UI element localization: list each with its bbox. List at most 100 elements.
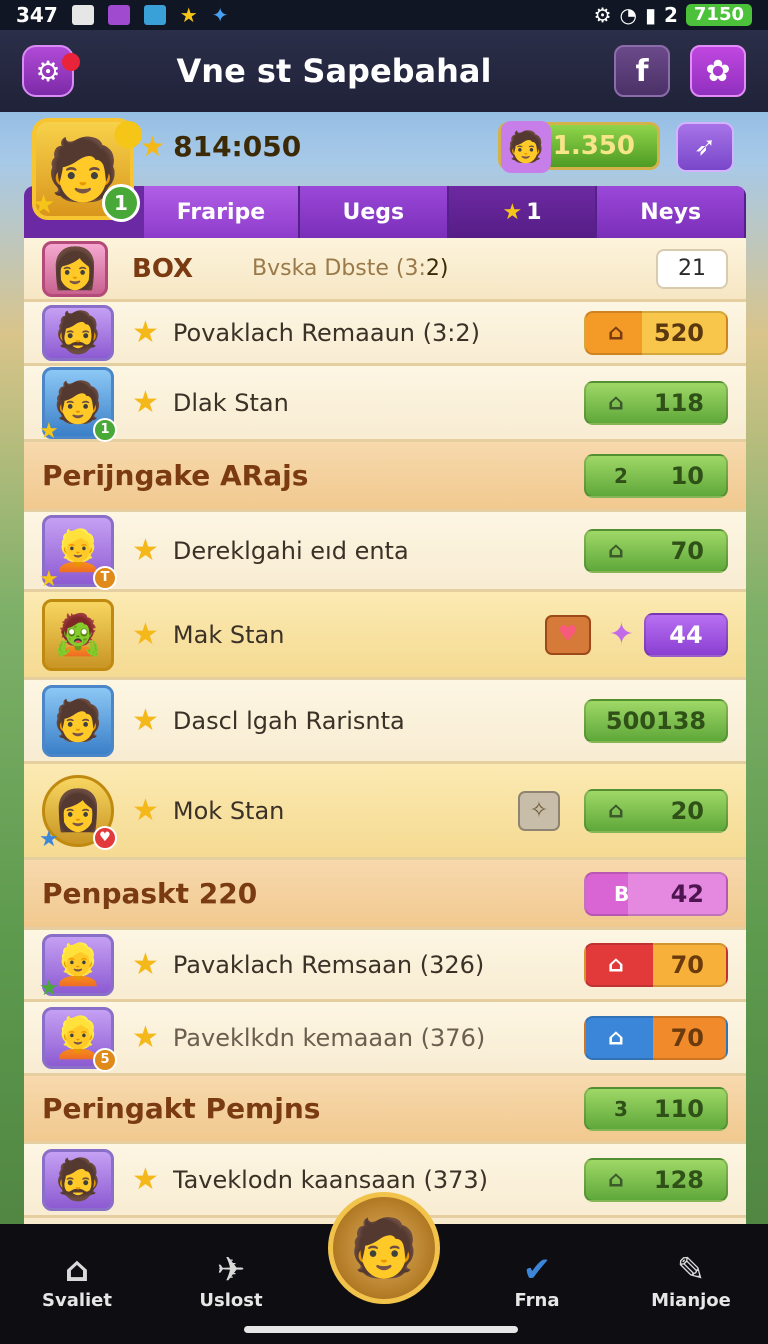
player-name: Mak Stan bbox=[172, 620, 285, 649]
player-name: Povaklach Remaaun (3:2) bbox=[172, 318, 480, 347]
page-title: Vne st Sapebahal bbox=[176, 52, 492, 90]
star-icon: ★ bbox=[132, 793, 159, 828]
player-name: Dascl lgah Rarisnta bbox=[172, 706, 405, 735]
bird-icon: ✈ bbox=[216, 1250, 246, 1290]
nav-item-tasks[interactable]: ✔ Frna bbox=[460, 1224, 614, 1311]
star-icon: ★ bbox=[39, 826, 59, 852]
house-icon: ⌂ bbox=[608, 390, 624, 415]
avatar: 🧑 bbox=[42, 684, 114, 757]
value-pill: ⌂ 128 bbox=[584, 1157, 728, 1202]
house-icon: ⌂ bbox=[608, 538, 624, 563]
tab-uegs[interactable]: Uegs bbox=[300, 186, 449, 238]
list-item[interactable]: 👱 ★ ★ Pavaklach Remsaan (326) ⌂ 70 bbox=[24, 930, 746, 1002]
value-pill: 500138 bbox=[584, 698, 728, 743]
heart-button[interactable]: ♥ bbox=[544, 614, 591, 655]
star-icon: ★ bbox=[132, 703, 159, 738]
box-count: 21 bbox=[656, 248, 728, 289]
leaderboard-list: 👩 BOX Bvska Dbste (3:2) 21 🧔 ★ Povaklach… bbox=[24, 238, 746, 1224]
level-badge: 1 bbox=[93, 417, 117, 442]
list-item[interactable]: 👱 5 ★ Paveklkdn kemaaan (376) ⌂ 70 bbox=[24, 1002, 746, 1076]
value-pill: ⌂ 70 bbox=[584, 1015, 728, 1060]
coin-icon: ● bbox=[112, 112, 144, 153]
house-icon: ⌂ bbox=[608, 798, 624, 823]
magic-wand-icon: ✦ bbox=[608, 617, 634, 652]
nav-label: Frna bbox=[514, 1290, 560, 1311]
value-pill: ⌂ 20 bbox=[584, 788, 728, 833]
tab-label: Neys bbox=[640, 199, 702, 225]
player-avatar[interactable]: 🧑 ● ★ 1 bbox=[32, 112, 144, 222]
avatar: 🧔 bbox=[42, 1148, 114, 1211]
battery-indicator: 7150 bbox=[685, 4, 752, 26]
section-title: Peringakt Pemjns bbox=[42, 1092, 321, 1125]
gear-icon: ⚙ bbox=[35, 54, 61, 88]
home-icon: ⌂ bbox=[64, 1250, 90, 1290]
list-header-row: 👩 BOX Bvska Dbste (3:2) 21 bbox=[24, 238, 746, 302]
avatar: 👱 5 bbox=[42, 1006, 117, 1072]
value-pill: ⌂ 118 bbox=[584, 380, 728, 425]
avatar: 👩 ★ ♥ bbox=[39, 774, 117, 852]
rank-badge: T bbox=[93, 565, 117, 590]
list-item[interactable]: 🧔 ★ Povaklach Remaaun (3:2) ⌂ 520 bbox=[24, 302, 746, 366]
list-item[interactable]: 👱 ★ T ★ Dereklgahi eıd enta ⌂ 70 bbox=[24, 512, 746, 592]
star-icon: ★ bbox=[132, 1162, 159, 1197]
tab-neys[interactable]: Neys bbox=[597, 186, 746, 238]
clock: 347 bbox=[16, 3, 58, 27]
star-icon: ★ bbox=[39, 975, 59, 1001]
check-icon: ✔ bbox=[522, 1250, 552, 1290]
star-icon: ★ bbox=[132, 385, 159, 420]
star-icon: ★ bbox=[502, 199, 523, 225]
player-name: Paveklkdn kemaaan (376) bbox=[172, 1023, 486, 1052]
section-title: Penpaskt 220 bbox=[42, 877, 258, 910]
level-badge: 1 bbox=[102, 184, 140, 222]
value-pill: 2 10 bbox=[584, 453, 728, 498]
avatar: 👱 ★ T bbox=[39, 514, 117, 592]
status-extra: 2 bbox=[663, 3, 678, 27]
wand-button[interactable]: ✧ bbox=[518, 790, 560, 831]
heart-icon: ♥ bbox=[93, 825, 117, 850]
notification-icon bbox=[71, 5, 94, 25]
star-icon: ★ bbox=[39, 566, 59, 592]
settings-button[interactable]: ⚙ bbox=[22, 45, 80, 97]
player-name: Mok Stan bbox=[172, 796, 285, 825]
house-icon: ⌂ bbox=[608, 320, 624, 345]
star-icon: ★ bbox=[32, 190, 56, 220]
value-pill: B 42 bbox=[584, 871, 728, 916]
player-header: 🧑 ● ★ 1 ★ 814:050 🧑 1.350 ➶ bbox=[0, 112, 768, 222]
star-icon: ★ bbox=[132, 947, 159, 982]
app-icon bbox=[107, 5, 130, 25]
wifi-icon: ◔ bbox=[619, 3, 637, 27]
profile-emblem-button[interactable]: 🧑 bbox=[328, 1192, 440, 1304]
list-item[interactable]: 🧑 ★ 1 ★ Dlak Stan ⌂ 118 bbox=[24, 366, 746, 444]
star-icon: ★ bbox=[39, 418, 59, 444]
nav-item-home[interactable]: ⌂ Svaliet bbox=[0, 1224, 154, 1311]
star-icon: ★ bbox=[132, 315, 159, 350]
settings-icon: ⚙ bbox=[593, 3, 612, 27]
tab-fraripe[interactable]: Fraripe bbox=[144, 186, 300, 238]
pen-icon: ✎ bbox=[676, 1250, 706, 1290]
options-button[interactable]: ✿ bbox=[690, 45, 746, 97]
tab-stars[interactable]: ★ 1 bbox=[448, 186, 598, 238]
player-name: Taveklodn kaansaan (373) bbox=[172, 1165, 488, 1194]
boost-button[interactable]: ➶ bbox=[676, 122, 734, 172]
list-item[interactable]: 🧑 ★ Dascl lgah Rarisnta 500138 bbox=[24, 680, 746, 764]
value-pill: ⌂ 70 bbox=[584, 528, 728, 573]
heart-icon: ♥ bbox=[557, 622, 578, 647]
badge-icon: ✦ bbox=[211, 3, 229, 27]
value-pill: 44 bbox=[644, 612, 728, 657]
list-item[interactable]: 🧟 ★ Mak Stan ♥ ✦ 44 bbox=[24, 592, 746, 680]
facebook-icon: f bbox=[635, 53, 649, 89]
rocket-icon: ➶ bbox=[694, 132, 716, 162]
nav-item-social[interactable]: ✈ Uslost bbox=[154, 1224, 308, 1311]
home-indicator[interactable] bbox=[244, 1326, 518, 1333]
tab-label: Uegs bbox=[342, 199, 405, 225]
house-icon: ⌂ bbox=[608, 1025, 624, 1050]
avatar: 👱 ★ bbox=[39, 933, 114, 1001]
notification-dot bbox=[62, 53, 80, 71]
gear-icon: ✿ bbox=[705, 53, 731, 89]
facebook-button[interactable]: f bbox=[614, 45, 670, 97]
currency-display[interactable]: 🧑 1.350 bbox=[498, 121, 660, 173]
nav-item-edit[interactable]: ✎ Mianjoe bbox=[614, 1224, 768, 1311]
list-item[interactable]: 👩 ★ ♥ ★ Mok Stan ✧ ⌂ 20 bbox=[24, 764, 746, 860]
avatar: 👩 bbox=[42, 240, 108, 297]
avatar: 🧑 ★ 1 bbox=[39, 366, 117, 444]
